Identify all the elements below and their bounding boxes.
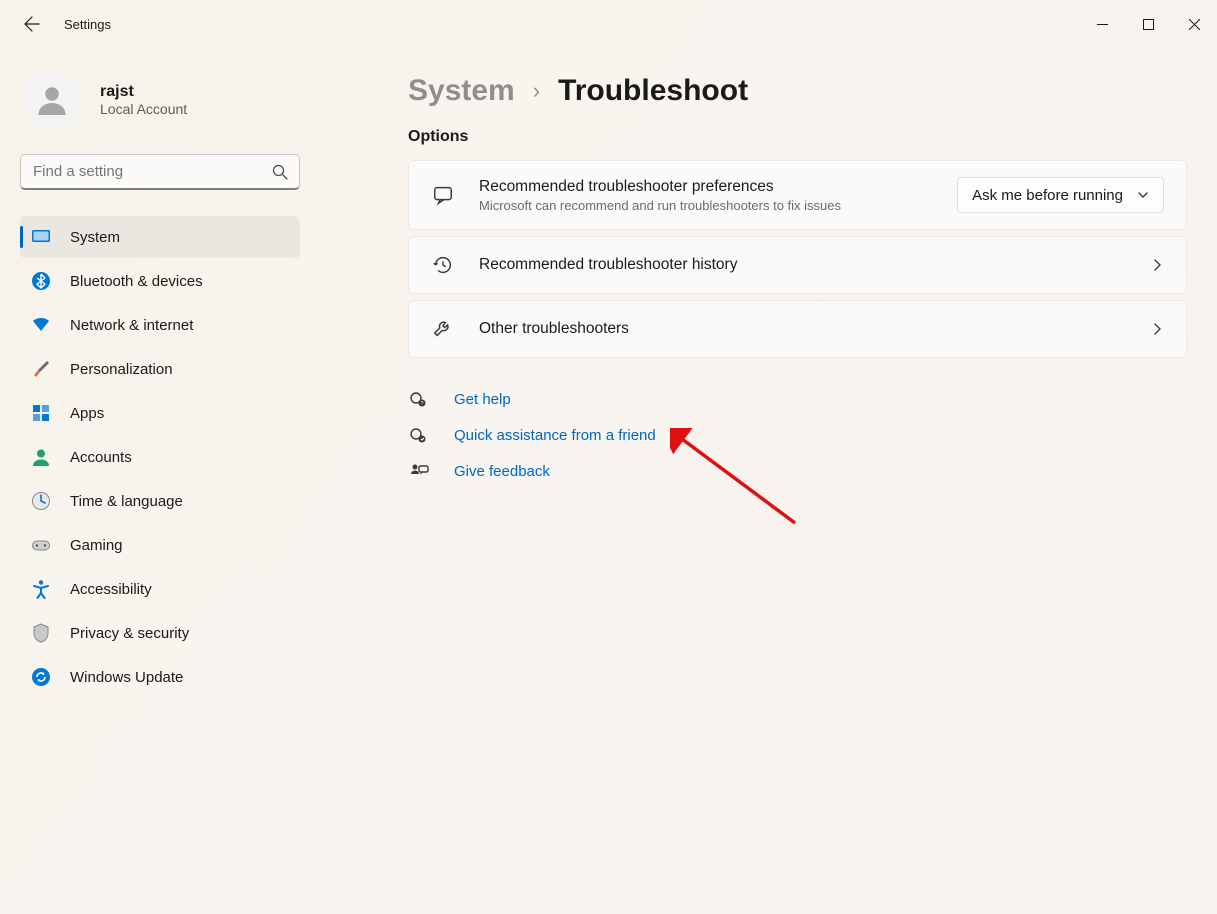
avatar [20, 68, 84, 132]
feedback-link[interactable]: Give feedback [408, 460, 1187, 482]
sidebar-item-label: Gaming [70, 537, 123, 554]
sidebar-item-accounts[interactable]: Accounts [20, 436, 300, 478]
sidebar-item-label: System [70, 229, 120, 246]
wifi-icon [30, 314, 52, 336]
sidebar-item-bluetooth[interactable]: Bluetooth & devices [20, 260, 300, 302]
minimize-button[interactable] [1079, 8, 1125, 40]
shield-icon [30, 622, 52, 644]
sidebar-item-time-language[interactable]: Time & language [20, 480, 300, 522]
minimize-icon [1097, 19, 1108, 30]
sidebar-item-windows-update[interactable]: Windows Update [20, 656, 300, 698]
back-button[interactable] [12, 4, 52, 44]
preferences-dropdown[interactable]: Ask me before running [957, 177, 1164, 213]
apps-icon [30, 402, 52, 424]
titlebar: Settings [0, 0, 1217, 48]
profile-name: rajst [100, 83, 187, 101]
feedback-label: Give feedback [454, 463, 550, 480]
feedback-icon [408, 460, 430, 482]
history-card[interactable]: Recommended troubleshooter history [408, 236, 1187, 294]
clock-globe-icon [30, 490, 52, 512]
sidebar-item-label: Bluetooth & devices [70, 273, 203, 290]
history-icon [431, 253, 455, 277]
update-icon [30, 666, 52, 688]
preferences-card: Recommended troubleshooter preferences M… [408, 160, 1187, 230]
sidebar-item-system[interactable]: System [20, 216, 300, 258]
message-icon [431, 183, 455, 207]
gaming-icon [30, 534, 52, 556]
chevron-right-icon [1150, 322, 1164, 336]
accessibility-icon [30, 578, 52, 600]
preferences-title: Recommended troubleshooter preferences [479, 178, 933, 196]
wrench-icon [431, 317, 455, 341]
preferences-subtitle: Microsoft can recommend and run troubles… [479, 198, 899, 213]
breadcrumb: System › Troubleshoot [408, 74, 1187, 108]
profile-text: rajst Local Account [100, 83, 187, 117]
system-icon [30, 226, 52, 248]
sidebar-item-label: Accessibility [70, 581, 152, 598]
sidebar-item-personalization[interactable]: Personalization [20, 348, 300, 390]
sidebar-nav: System Bluetooth & devices Network & int… [20, 216, 300, 698]
svg-text:?: ? [421, 401, 424, 407]
app-title: Settings [64, 17, 111, 32]
history-title: Recommended troubleshooter history [479, 256, 1126, 274]
titlebar-left: Settings [12, 4, 111, 44]
chevron-right-icon: › [533, 78, 540, 104]
get-help-link[interactable]: ? Get help [408, 388, 1187, 410]
page-title: Troubleshoot [558, 74, 748, 108]
chevron-right-icon [1150, 258, 1164, 272]
search-input[interactable] [20, 154, 300, 190]
history-body: Recommended troubleshooter history [479, 256, 1126, 274]
sidebar-item-label: Apps [70, 405, 104, 422]
accounts-icon [30, 446, 52, 468]
sidebar-item-label: Privacy & security [70, 625, 189, 642]
back-arrow-icon [24, 16, 40, 32]
section-title: Options [408, 128, 1187, 146]
search-wrap [20, 154, 300, 190]
quick-assist-label: Quick assistance from a friend [454, 427, 656, 444]
main-content: System › Troubleshoot Options Recommende… [310, 48, 1217, 914]
chevron-down-icon [1137, 189, 1149, 201]
dropdown-value: Ask me before running [972, 187, 1123, 204]
brush-icon [30, 358, 52, 380]
quick-assist-icon [408, 424, 430, 446]
maximize-icon [1143, 19, 1154, 30]
get-help-label: Get help [454, 391, 511, 408]
sidebar-item-label: Accounts [70, 449, 132, 466]
sidebar-item-apps[interactable]: Apps [20, 392, 300, 434]
breadcrumb-parent[interactable]: System [408, 74, 515, 108]
preferences-body: Recommended troubleshooter preferences M… [479, 178, 933, 213]
sidebar-item-label: Personalization [70, 361, 173, 378]
sidebar: rajst Local Account System Bluetooth & d… [0, 48, 310, 914]
other-body: Other troubleshooters [479, 320, 1126, 338]
person-icon [34, 82, 70, 118]
maximize-button[interactable] [1125, 8, 1171, 40]
help-headset-icon: ? [408, 388, 430, 410]
bluetooth-icon [30, 270, 52, 292]
profile-account-type: Local Account [100, 101, 187, 117]
quick-assist-link[interactable]: Quick assistance from a friend [408, 424, 1187, 446]
sidebar-item-privacy[interactable]: Privacy & security [20, 612, 300, 654]
sidebar-item-accessibility[interactable]: Accessibility [20, 568, 300, 610]
sidebar-item-label: Time & language [70, 493, 183, 510]
sidebar-item-gaming[interactable]: Gaming [20, 524, 300, 566]
window-controls [1079, 8, 1217, 40]
sidebar-item-label: Windows Update [70, 669, 183, 686]
close-icon [1189, 19, 1200, 30]
other-troubleshooters-card[interactable]: Other troubleshooters [408, 300, 1187, 358]
profile-block[interactable]: rajst Local Account [20, 68, 300, 132]
sidebar-item-network[interactable]: Network & internet [20, 304, 300, 346]
close-button[interactable] [1171, 8, 1217, 40]
help-links: ? Get help Quick assistance from a frien… [408, 388, 1187, 482]
sidebar-item-label: Network & internet [70, 317, 193, 334]
search-icon [272, 164, 288, 180]
other-title: Other troubleshooters [479, 320, 1126, 338]
